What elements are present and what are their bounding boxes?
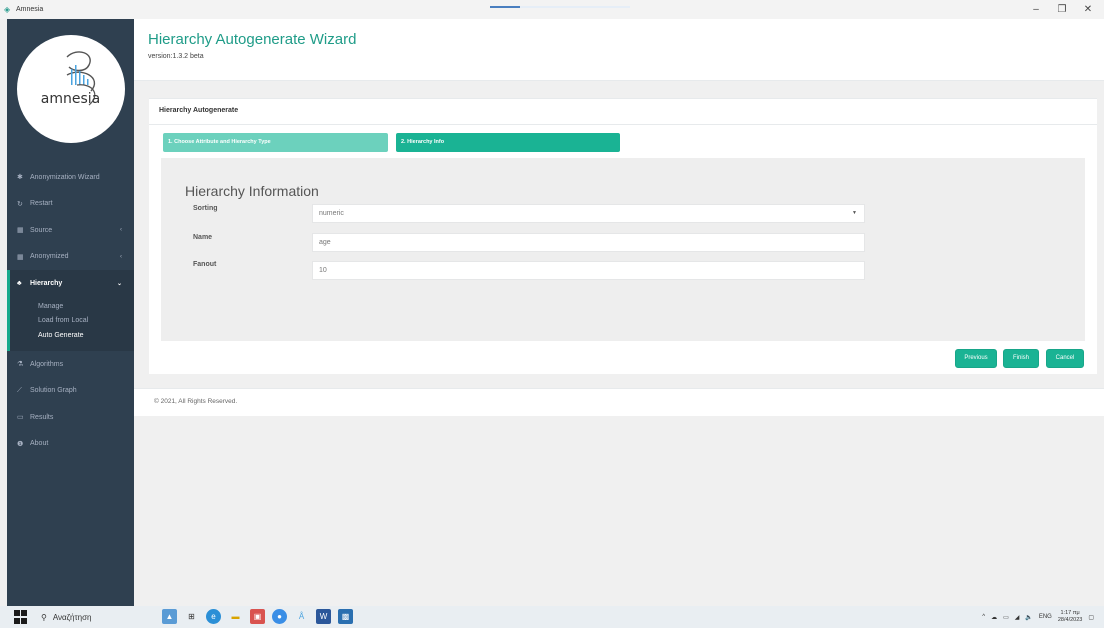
divider bbox=[149, 124, 1097, 125]
taskbar-search-text: Αναζήτηση bbox=[52, 612, 92, 622]
clock[interactable]: 1:17 πμ 28/4/2023 bbox=[1058, 610, 1082, 624]
amnesia-taskbar-icon[interactable]: Å bbox=[294, 609, 309, 624]
panel-title: Hierarchy Autogenerate bbox=[159, 107, 239, 114]
onedrive-icon[interactable]: ☁ bbox=[991, 614, 997, 621]
chevron-left-icon: ‹ bbox=[120, 227, 122, 234]
system-tray: ^ ☁ ▭ ◢ 🔈 ENG 1:17 πμ 28/4/2023 ▢ bbox=[982, 606, 1094, 628]
logo-area: amnesia bbox=[7, 19, 134, 159]
logo-text: amnesia bbox=[40, 91, 101, 107]
flask-icon: ⚗ bbox=[17, 361, 24, 369]
dropdown-arrow-icon: ▼ bbox=[852, 210, 857, 216]
section-title: Hierarchy Information bbox=[185, 183, 319, 199]
info-icon: ❶ bbox=[17, 440, 24, 448]
maximize-icon[interactable]: ❐ bbox=[1048, 0, 1076, 19]
chrome-icon[interactable]: ● bbox=[272, 609, 287, 624]
previous-button[interactable]: Previous bbox=[955, 349, 997, 368]
sidebar-item-about[interactable]: ❶ About bbox=[7, 431, 134, 458]
copyright-text: © 2021, All Rights Reserved. bbox=[154, 398, 238, 405]
sorting-label: Sorting bbox=[193, 205, 218, 212]
sidebar-item-label: Anonymization Wizard bbox=[30, 173, 100, 181]
sorting-select[interactable]: numeric ▼ bbox=[312, 204, 865, 223]
sidebar-item-solution-graph[interactable]: ⟋ Solution Graph bbox=[7, 378, 134, 405]
fanout-value: 10 bbox=[319, 267, 327, 274]
taskbar-search[interactable]: ⚲ Αναζήτηση bbox=[41, 613, 92, 622]
page-header: Hierarchy Autogenerate Wizard version:1.… bbox=[134, 19, 1104, 81]
sidebar: amnesia ✱ Anonymization Wizard ↻ Restart… bbox=[7, 19, 134, 606]
sidebar-item-anonymization-wizard[interactable]: ✱ Anonymization Wizard bbox=[7, 164, 134, 191]
table-icon: ▦ bbox=[17, 253, 24, 261]
refresh-icon: ↻ bbox=[17, 200, 23, 208]
folder-icon[interactable]: ▬ bbox=[228, 609, 243, 624]
sidebar-item-label: Anonymized bbox=[30, 253, 69, 261]
loading-bar bbox=[490, 6, 630, 8]
line-chart-icon: ⟋ bbox=[17, 386, 22, 394]
taskbar: ⚲ Αναζήτηση ▲ ⊞ e ▬ ▣ ● Å W ▩ ^ ☁ ▭ ◢ 🔈 … bbox=[0, 606, 1104, 628]
language-indicator[interactable]: ENG bbox=[1039, 614, 1052, 620]
sorting-value: numeric bbox=[319, 210, 344, 217]
step-content: Hierarchy Information Sorting numeric ▼ … bbox=[161, 158, 1085, 341]
taskbar-apps: ▲ ⊞ e ▬ ▣ ● Å W ▩ bbox=[162, 609, 353, 624]
hierarchy-submenu: Manage Load from Local Auto Generate bbox=[7, 296, 134, 351]
sidebar-item-anonymized[interactable]: ▦ Anonymized ‹ bbox=[7, 244, 134, 271]
sidebar-item-label: About bbox=[30, 440, 49, 448]
app-icon: ◈ bbox=[4, 5, 11, 14]
submenu-item-auto-generate[interactable]: Auto Generate bbox=[10, 329, 134, 344]
footer: © 2021, All Rights Reserved. bbox=[134, 388, 1104, 416]
search-icon: ⚲ bbox=[41, 612, 47, 622]
sidebar-item-algorithms[interactable]: ⚗ Algorithms bbox=[7, 351, 134, 378]
photos-icon[interactable]: ▩ bbox=[338, 609, 353, 624]
fanout-label: Fanout bbox=[193, 261, 217, 268]
wizard-panel: Hierarchy Autogenerate 1. Choose Attribu… bbox=[149, 98, 1097, 374]
name-value: age bbox=[319, 239, 331, 246]
window-titlebar: ◈ Amnesia – ❐ ✕ bbox=[0, 0, 1104, 19]
landscape-app-icon[interactable]: ▲ bbox=[162, 609, 177, 624]
name-input[interactable]: age bbox=[312, 233, 865, 252]
sidebar-nav: ✱ Anonymization Wizard ↻ Restart ▦ Sourc… bbox=[7, 164, 134, 457]
close-icon[interactable]: ✕ bbox=[1074, 0, 1102, 19]
sidebar-item-label: Algorithms bbox=[30, 360, 64, 368]
sidebar-item-restart[interactable]: ↻ Restart bbox=[7, 191, 134, 218]
edge-icon[interactable]: e bbox=[206, 609, 221, 624]
desktop-icon: ▭ bbox=[17, 414, 24, 422]
network-icon[interactable]: ◢ bbox=[1015, 614, 1020, 621]
battery-icon[interactable]: ▭ bbox=[1003, 614, 1009, 621]
name-label: Name bbox=[193, 234, 213, 241]
page-title: Hierarchy Autogenerate Wizard bbox=[148, 31, 357, 48]
table-icon: ▦ bbox=[17, 227, 24, 235]
sidebar-item-results[interactable]: ▭ Results bbox=[7, 404, 134, 431]
clock-date: 28/4/2023 bbox=[1057, 617, 1083, 623]
sidebar-item-label: Results bbox=[30, 413, 54, 421]
notification-icon[interactable]: ▢ bbox=[1088, 614, 1094, 621]
task-view-icon[interactable]: ⊞ bbox=[184, 609, 199, 624]
clock-time: 1:17 πμ bbox=[1060, 610, 1080, 616]
step-tab-hierarchy-info[interactable]: 2. Hierarchy Info bbox=[396, 133, 620, 152]
amnesia-logo[interactable]: amnesia bbox=[16, 35, 125, 143]
version-label: version:1.3.2 beta bbox=[148, 53, 204, 60]
word-icon[interactable]: W bbox=[316, 609, 331, 624]
sidebar-item-hierarchy[interactable]: ♣ Hierarchy ⌄ bbox=[7, 270, 134, 297]
store-icon[interactable]: ▣ bbox=[250, 609, 265, 624]
volume-icon[interactable]: 🔈 bbox=[1025, 614, 1032, 621]
fanout-input[interactable]: 10 bbox=[312, 261, 865, 280]
step-tab-choose-attribute[interactable]: 1. Choose Attribute and Hierarchy Type bbox=[163, 133, 388, 152]
chevron-down-icon: ⌄ bbox=[116, 280, 122, 287]
chevron-up-icon[interactable]: ^ bbox=[982, 614, 985, 620]
sidebar-item-source[interactable]: ▦ Source ‹ bbox=[7, 217, 134, 244]
submenu-item-manage[interactable]: Manage bbox=[10, 300, 134, 315]
sidebar-item-label: Solution Graph bbox=[30, 387, 77, 395]
windows-start-icon[interactable] bbox=[14, 610, 28, 624]
sitemap-icon: ♣ bbox=[17, 279, 22, 287]
sidebar-item-label: Hierarchy bbox=[30, 279, 63, 287]
window-title: Amnesia bbox=[16, 6, 44, 13]
chevron-left-icon: ‹ bbox=[120, 253, 122, 260]
cancel-button[interactable]: Cancel bbox=[1046, 349, 1084, 368]
sidebar-item-label: Restart bbox=[30, 200, 53, 208]
minimize-icon[interactable]: – bbox=[1022, 0, 1050, 19]
submenu-item-load-from-local[interactable]: Load from Local bbox=[10, 314, 134, 329]
sidebar-item-label: Source bbox=[30, 226, 53, 234]
finish-button[interactable]: Finish bbox=[1003, 349, 1039, 368]
magic-icon: ✱ bbox=[17, 174, 23, 182]
